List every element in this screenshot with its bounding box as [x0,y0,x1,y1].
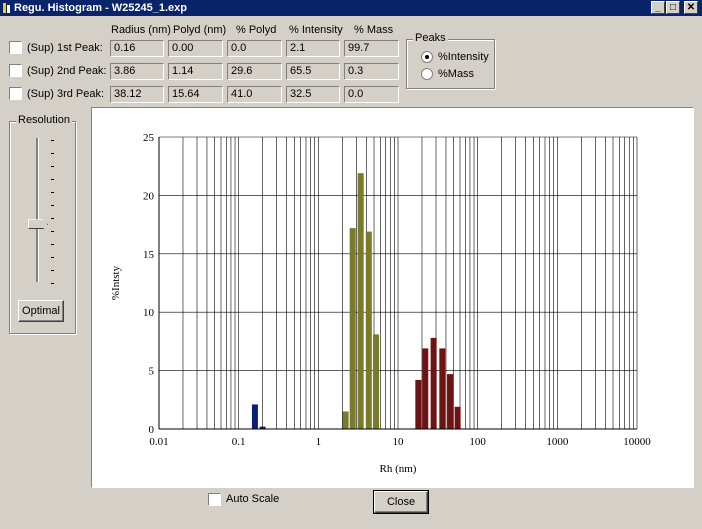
window-title: Regu. Histogram - W25245_1.exp [14,2,188,14]
intensity-radio[interactable] [421,51,433,63]
resolution-slider[interactable] [26,134,58,286]
histogram-panel: 0.01 0.1 1 10 100 1000 10000 0 5 10 15 20 25 Rh (nm)%… [91,107,694,488]
slider-tick [51,244,54,245]
histogram-bar [439,348,446,429]
peak1-checkbox[interactable] [9,41,22,54]
slider-tick [51,283,54,284]
x-tick-label: 100 [469,436,486,448]
close-button[interactable]: Close [373,490,429,514]
mass-radio[interactable] [421,68,433,80]
peak1-pct-polyd: 0.0 [227,40,282,57]
intensity-radio-label[interactable]: %Intensity [438,51,489,63]
y-tick-label: 10 [143,307,155,319]
histogram-bar [430,337,437,429]
peak2-radius: 3.86 [110,63,164,80]
peak3-polyd: 15.64 [168,86,223,103]
title-bar: Regu. Histogram - W25245_1.exp _ □ ✕ [0,0,702,16]
histogram-bar [342,411,349,429]
peak1-label: (Sup) 1st Peak: [27,42,103,54]
peak3-checkbox[interactable] [9,87,22,100]
slider-ticks [51,134,55,286]
histogram-chart: 0.01 0.1 1 10 100 1000 10000 0 5 10 15 20 25 Rh (nm)%… [110,132,651,475]
y-tick-label: 15 [143,249,155,261]
peak1-pct-mass: 99.7 [344,40,399,57]
peaks-group-legend: Peaks [413,32,448,44]
slider-tick [51,192,54,193]
histogram-bar [454,406,461,429]
y-tick-label: 5 [149,366,155,378]
slider-tick [51,166,54,167]
slider-tick [51,231,54,232]
auto-scale-label: Auto Scale [226,493,280,505]
peak2-pct-polyd: 29.6 [227,63,282,80]
histogram-bar [365,231,372,429]
histogram-bar [357,173,364,429]
slider-tick [51,205,54,206]
slider-tick [51,179,54,180]
col-header-pct-intensity: % Intensity [289,24,343,36]
slider-tick [51,270,54,271]
peak1-polyd: 0.00 [168,40,223,57]
peak2-checkbox[interactable] [9,64,22,77]
peak1-radius: 0.16 [110,40,164,57]
slider-tick [51,257,54,258]
app-icon [3,3,10,13]
maximize-icon[interactable]: □ [666,1,680,14]
peak2-label: (Sup) 2nd Peak: [27,65,107,77]
resolution-group-legend: Resolution [16,114,72,126]
x-tick-label: 1 [316,436,322,448]
slider-track [36,138,39,282]
peak2-pct-intensity: 65.5 [286,63,340,80]
mass-radio-label[interactable]: %Mass [438,68,474,80]
peak2-pct-mass: 0.3 [344,63,399,80]
y-tick-label: 25 [143,132,155,144]
slider-tick [51,153,54,154]
histogram-bar [415,379,422,429]
slider-thumb[interactable] [28,219,48,230]
histogram-bar [373,334,380,429]
x-tick-label: 1000 [546,436,569,448]
peaks-group [406,39,495,89]
peak3-pct-intensity: 32.5 [286,86,340,103]
y-tick-label: 20 [143,190,155,202]
x-tick-label: 0.01 [149,436,168,448]
peak1-pct-intensity: 2.1 [286,40,340,57]
histogram-bar [349,228,356,429]
histogram-bar [422,348,429,429]
slider-tick [51,218,54,219]
radio-selected-dot [425,55,429,59]
x-axis-label: Rh (nm) [380,463,417,475]
col-header-radius: Radius (nm) [111,24,171,36]
slider-tick [51,140,54,141]
auto-scale-checkbox[interactable] [208,493,221,506]
peak3-pct-polyd: 41.0 [227,86,282,103]
y-axis-label: %Intsty [110,265,122,300]
optimal-button[interactable]: Optimal [18,300,64,322]
histogram-bar [251,404,258,429]
y-tick-label: 0 [149,424,155,436]
x-tick-label: 10000 [623,436,651,448]
peak3-label: (Sup) 3rd Peak: [27,88,105,100]
peak2-polyd: 1.14 [168,63,223,80]
histogram-bar [447,374,454,429]
peak3-radius: 38.12 [110,86,164,103]
x-tick-label: 0.1 [232,436,246,448]
minimize-icon[interactable]: _ [651,1,665,14]
peak3-pct-mass: 0.0 [344,86,399,103]
col-header-pct-polyd: % Polyd [236,24,277,36]
close-icon[interactable]: ✕ [684,1,698,14]
col-header-polyd: Polyd (nm) [173,24,227,36]
x-tick-label: 10 [393,436,405,448]
col-header-pct-mass: % Mass [354,24,394,36]
